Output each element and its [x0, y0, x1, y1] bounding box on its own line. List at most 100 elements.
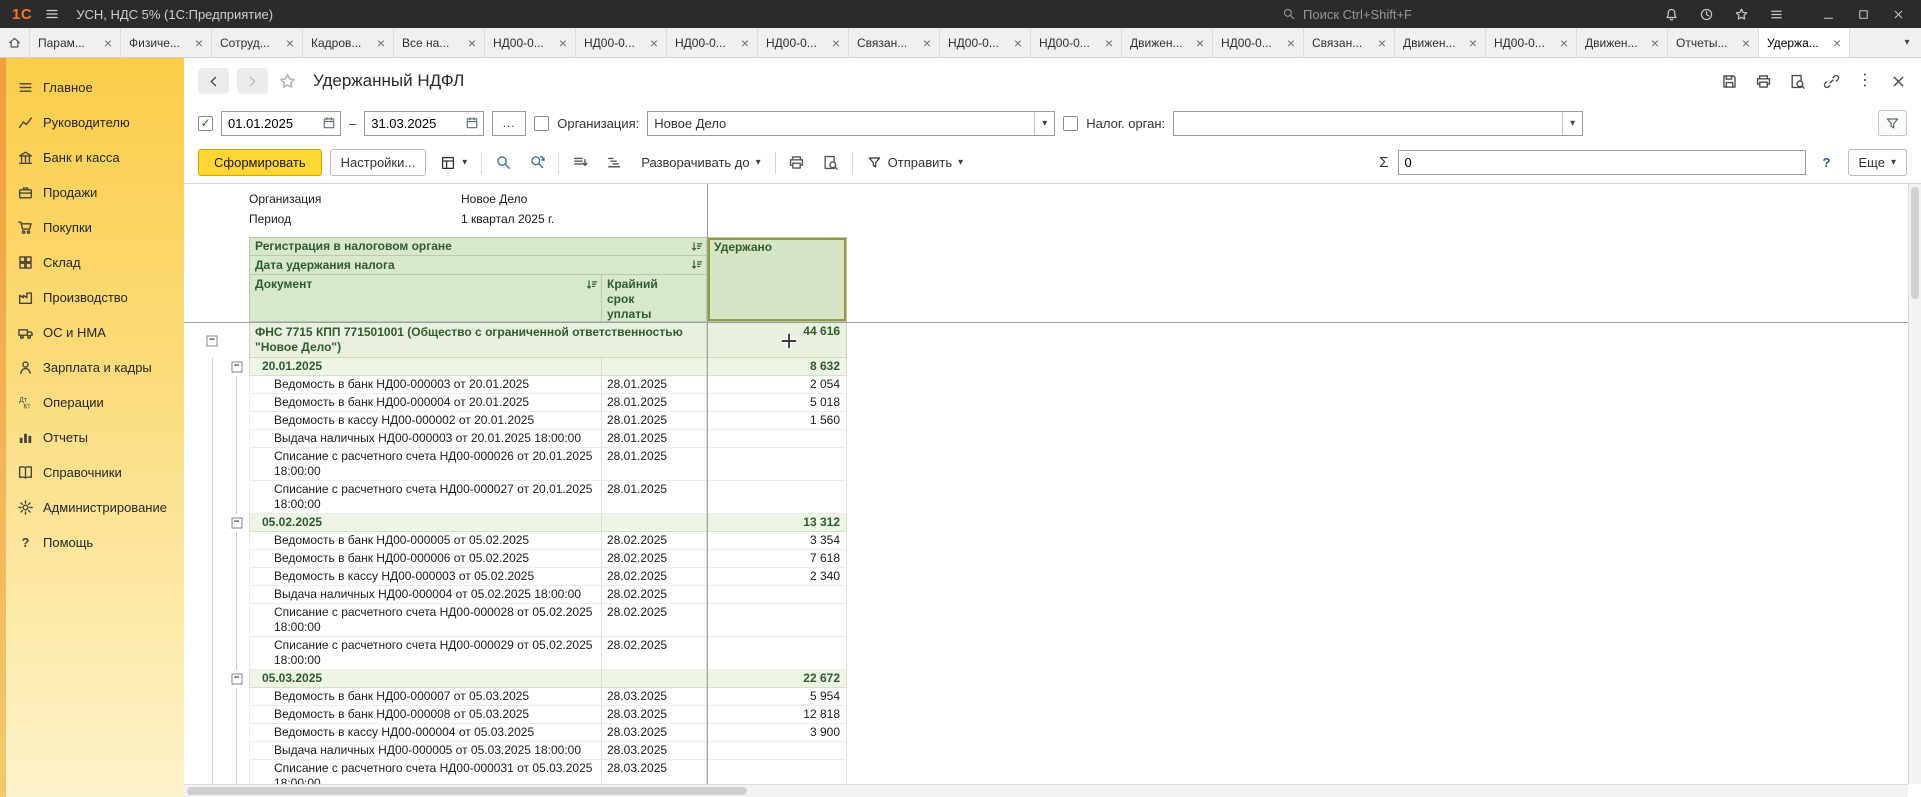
- date-group-total-cell[interactable]: 22 672: [707, 670, 847, 688]
- date-group-cell[interactable]: 20.01.2025: [249, 358, 602, 376]
- tax-office-title-cell[interactable]: ФНС 7715 КПП 771501001 (Общество с огран…: [249, 323, 707, 358]
- collapse-expander-icon[interactable]: −: [207, 335, 218, 346]
- document-cell[interactable]: Списание с расчетного счета НД00-000027 …: [249, 481, 602, 514]
- deadline-cell[interactable]: 28.03.2025: [602, 724, 707, 742]
- sidebar-item-zarplata-i-kadry[interactable]: Зарплата и кадры: [0, 350, 184, 385]
- sidebar-item-glavnoe[interactable]: Главное: [0, 70, 184, 105]
- tax-office-checkbox[interactable]: [1063, 116, 1078, 131]
- deadline-cell[interactable]: [602, 514, 707, 532]
- sum-cell[interactable]: 3 354: [707, 532, 847, 550]
- generate-button[interactable]: Сформировать: [198, 149, 322, 176]
- document-cell[interactable]: Ведомость в банк НД00-000005 от 05.02.20…: [249, 532, 602, 550]
- calendar-button[interactable]: [318, 112, 340, 135]
- document-cell[interactable]: Списание с расчетного счета НД00-000029 …: [249, 637, 602, 670]
- document-cell[interactable]: Ведомость в банк НД00-000004 от 20.01.20…: [249, 394, 602, 412]
- tab-4[interactable]: Все на...×: [394, 28, 485, 57]
- tab-13[interactable]: НД00-0...×: [1213, 28, 1304, 57]
- deadline-cell[interactable]: 28.02.2025: [602, 532, 707, 550]
- tab-close-icon[interactable]: ×: [741, 36, 749, 50]
- sum-cell[interactable]: 7 618: [707, 550, 847, 568]
- back-button[interactable]: [198, 68, 229, 94]
- document-cell[interactable]: Ведомость в банк НД00-000006 от 05.02.20…: [249, 550, 602, 568]
- column-header-registration[interactable]: Регистрация в налоговом органе: [249, 237, 707, 256]
- expand-to-button[interactable]: Разворачивать до ▾: [635, 149, 766, 176]
- main-menu-icon[interactable]: [44, 6, 60, 22]
- deadline-cell[interactable]: 28.03.2025: [602, 688, 707, 706]
- sidebar-item-rukovoditelyu[interactable]: Руководителю: [0, 105, 184, 140]
- deadline-cell[interactable]: 28.03.2025: [602, 742, 707, 760]
- sidebar-item-os-i-nma[interactable]: ОС и НМА: [0, 315, 184, 350]
- link-icon[interactable]: [1823, 73, 1840, 90]
- tab-11[interactable]: НД00-0...×: [1031, 28, 1122, 57]
- tab-12[interactable]: Движен...×: [1122, 28, 1213, 57]
- deadline-cell[interactable]: 28.02.2025: [602, 604, 707, 637]
- tab-close-icon[interactable]: ×: [1833, 36, 1841, 50]
- sidebar-item-bank-i-kassa[interactable]: Банк и касса: [0, 140, 184, 175]
- vertical-scrollbar[interactable]: [1908, 184, 1921, 784]
- document-cell[interactable]: Ведомость в банк НД00-000003 от 20.01.20…: [249, 376, 602, 394]
- tab-close-icon[interactable]: ×: [1378, 36, 1386, 50]
- tab-6[interactable]: НД00-0...×: [576, 28, 667, 57]
- tab-close-icon[interactable]: ×: [286, 36, 294, 50]
- tab-close-icon[interactable]: ×: [1196, 36, 1204, 50]
- document-cell[interactable]: Выдача наличных НД00-000005 от 05.03.202…: [249, 742, 602, 760]
- sidebar-item-proizvodstvo[interactable]: Производство: [0, 280, 184, 315]
- tab-close-icon[interactable]: ×: [1560, 36, 1568, 50]
- maximize-button[interactable]: [1857, 8, 1870, 21]
- tab-14[interactable]: Связан...×: [1304, 28, 1395, 57]
- service-menu-icon[interactable]: [1769, 7, 1784, 22]
- tab-7[interactable]: НД00-0...×: [667, 28, 758, 57]
- tab-close-icon[interactable]: ×: [1742, 36, 1750, 50]
- tab-5[interactable]: НД00-0...×: [485, 28, 576, 57]
- send-button[interactable]: Отправить ▾: [861, 149, 970, 176]
- deadline-cell[interactable]: 28.01.2025: [602, 376, 707, 394]
- tab-close-icon[interactable]: ×: [377, 36, 385, 50]
- sum-cell[interactable]: [707, 448, 847, 481]
- sum-cell[interactable]: 2 340: [707, 568, 847, 586]
- global-search[interactable]: Поиск Ctrl+Shift+F: [1282, 7, 1532, 22]
- deadline-cell[interactable]: 28.02.2025: [602, 550, 707, 568]
- document-cell[interactable]: Ведомость в кассу НД00-000004 от 05.03.2…: [249, 724, 602, 742]
- sum-cell[interactable]: 3 900: [707, 724, 847, 742]
- history-icon[interactable]: [1699, 7, 1714, 22]
- deadline-cell[interactable]: [602, 358, 707, 376]
- tab-close-icon[interactable]: ×: [1651, 36, 1659, 50]
- collapse-expander-icon[interactable]: −: [231, 518, 242, 529]
- tab-close-icon[interactable]: ×: [559, 36, 567, 50]
- group-levels-button[interactable]: [601, 150, 627, 176]
- tab-1[interactable]: Физиче...×: [121, 28, 212, 57]
- date-group-total-cell[interactable]: 13 312: [707, 514, 847, 532]
- sum-cell[interactable]: [707, 481, 847, 514]
- tab-10[interactable]: НД00-0...×: [940, 28, 1031, 57]
- period-checkbox[interactable]: ✓: [198, 116, 213, 131]
- filter-settings-button[interactable]: [1878, 110, 1907, 136]
- sum-cell[interactable]: 1 560: [707, 412, 847, 430]
- more-dots-icon[interactable]: ⋮: [1857, 73, 1873, 89]
- tab-close-icon[interactable]: ×: [1287, 36, 1295, 50]
- tab-close-icon[interactable]: ×: [832, 36, 840, 50]
- sort-down-icon[interactable]: [690, 240, 704, 254]
- print-report-button[interactable]: [784, 150, 810, 176]
- collapse-expander-icon[interactable]: −: [231, 362, 242, 373]
- deadline-cell[interactable]: [602, 670, 707, 688]
- deadline-cell[interactable]: 28.03.2025: [602, 706, 707, 724]
- sum-cell[interactable]: [707, 430, 847, 448]
- print-preview-button[interactable]: [818, 150, 844, 176]
- sidebar-item-pomoshch[interactable]: ?Помощь: [0, 525, 184, 560]
- org-checkbox[interactable]: [534, 116, 549, 131]
- sidebar-item-pokupki[interactable]: Покупки: [0, 210, 184, 245]
- document-cell[interactable]: Ведомость в банк НД00-000008 от 05.03.20…: [249, 706, 602, 724]
- help-button[interactable]: ?: [1815, 150, 1839, 175]
- date-group-cell[interactable]: 05.03.2025: [249, 670, 602, 688]
- expand-groups-button[interactable]: [567, 150, 593, 176]
- tab-close-icon[interactable]: ×: [195, 36, 203, 50]
- sum-cell[interactable]: 12 818: [707, 706, 847, 724]
- tab-8[interactable]: НД00-0...×: [758, 28, 849, 57]
- tab-3[interactable]: Кадров...×: [303, 28, 394, 57]
- tab-list-button[interactable]: ▾: [1893, 28, 1921, 57]
- tab-9[interactable]: Связан...×: [849, 28, 940, 57]
- date-to-input[interactable]: [365, 116, 449, 131]
- settings-button[interactable]: Настройки...: [330, 149, 427, 176]
- document-cell[interactable]: Списание с расчетного счета НД00-000028 …: [249, 604, 602, 637]
- favorites-star-icon[interactable]: [1734, 7, 1749, 22]
